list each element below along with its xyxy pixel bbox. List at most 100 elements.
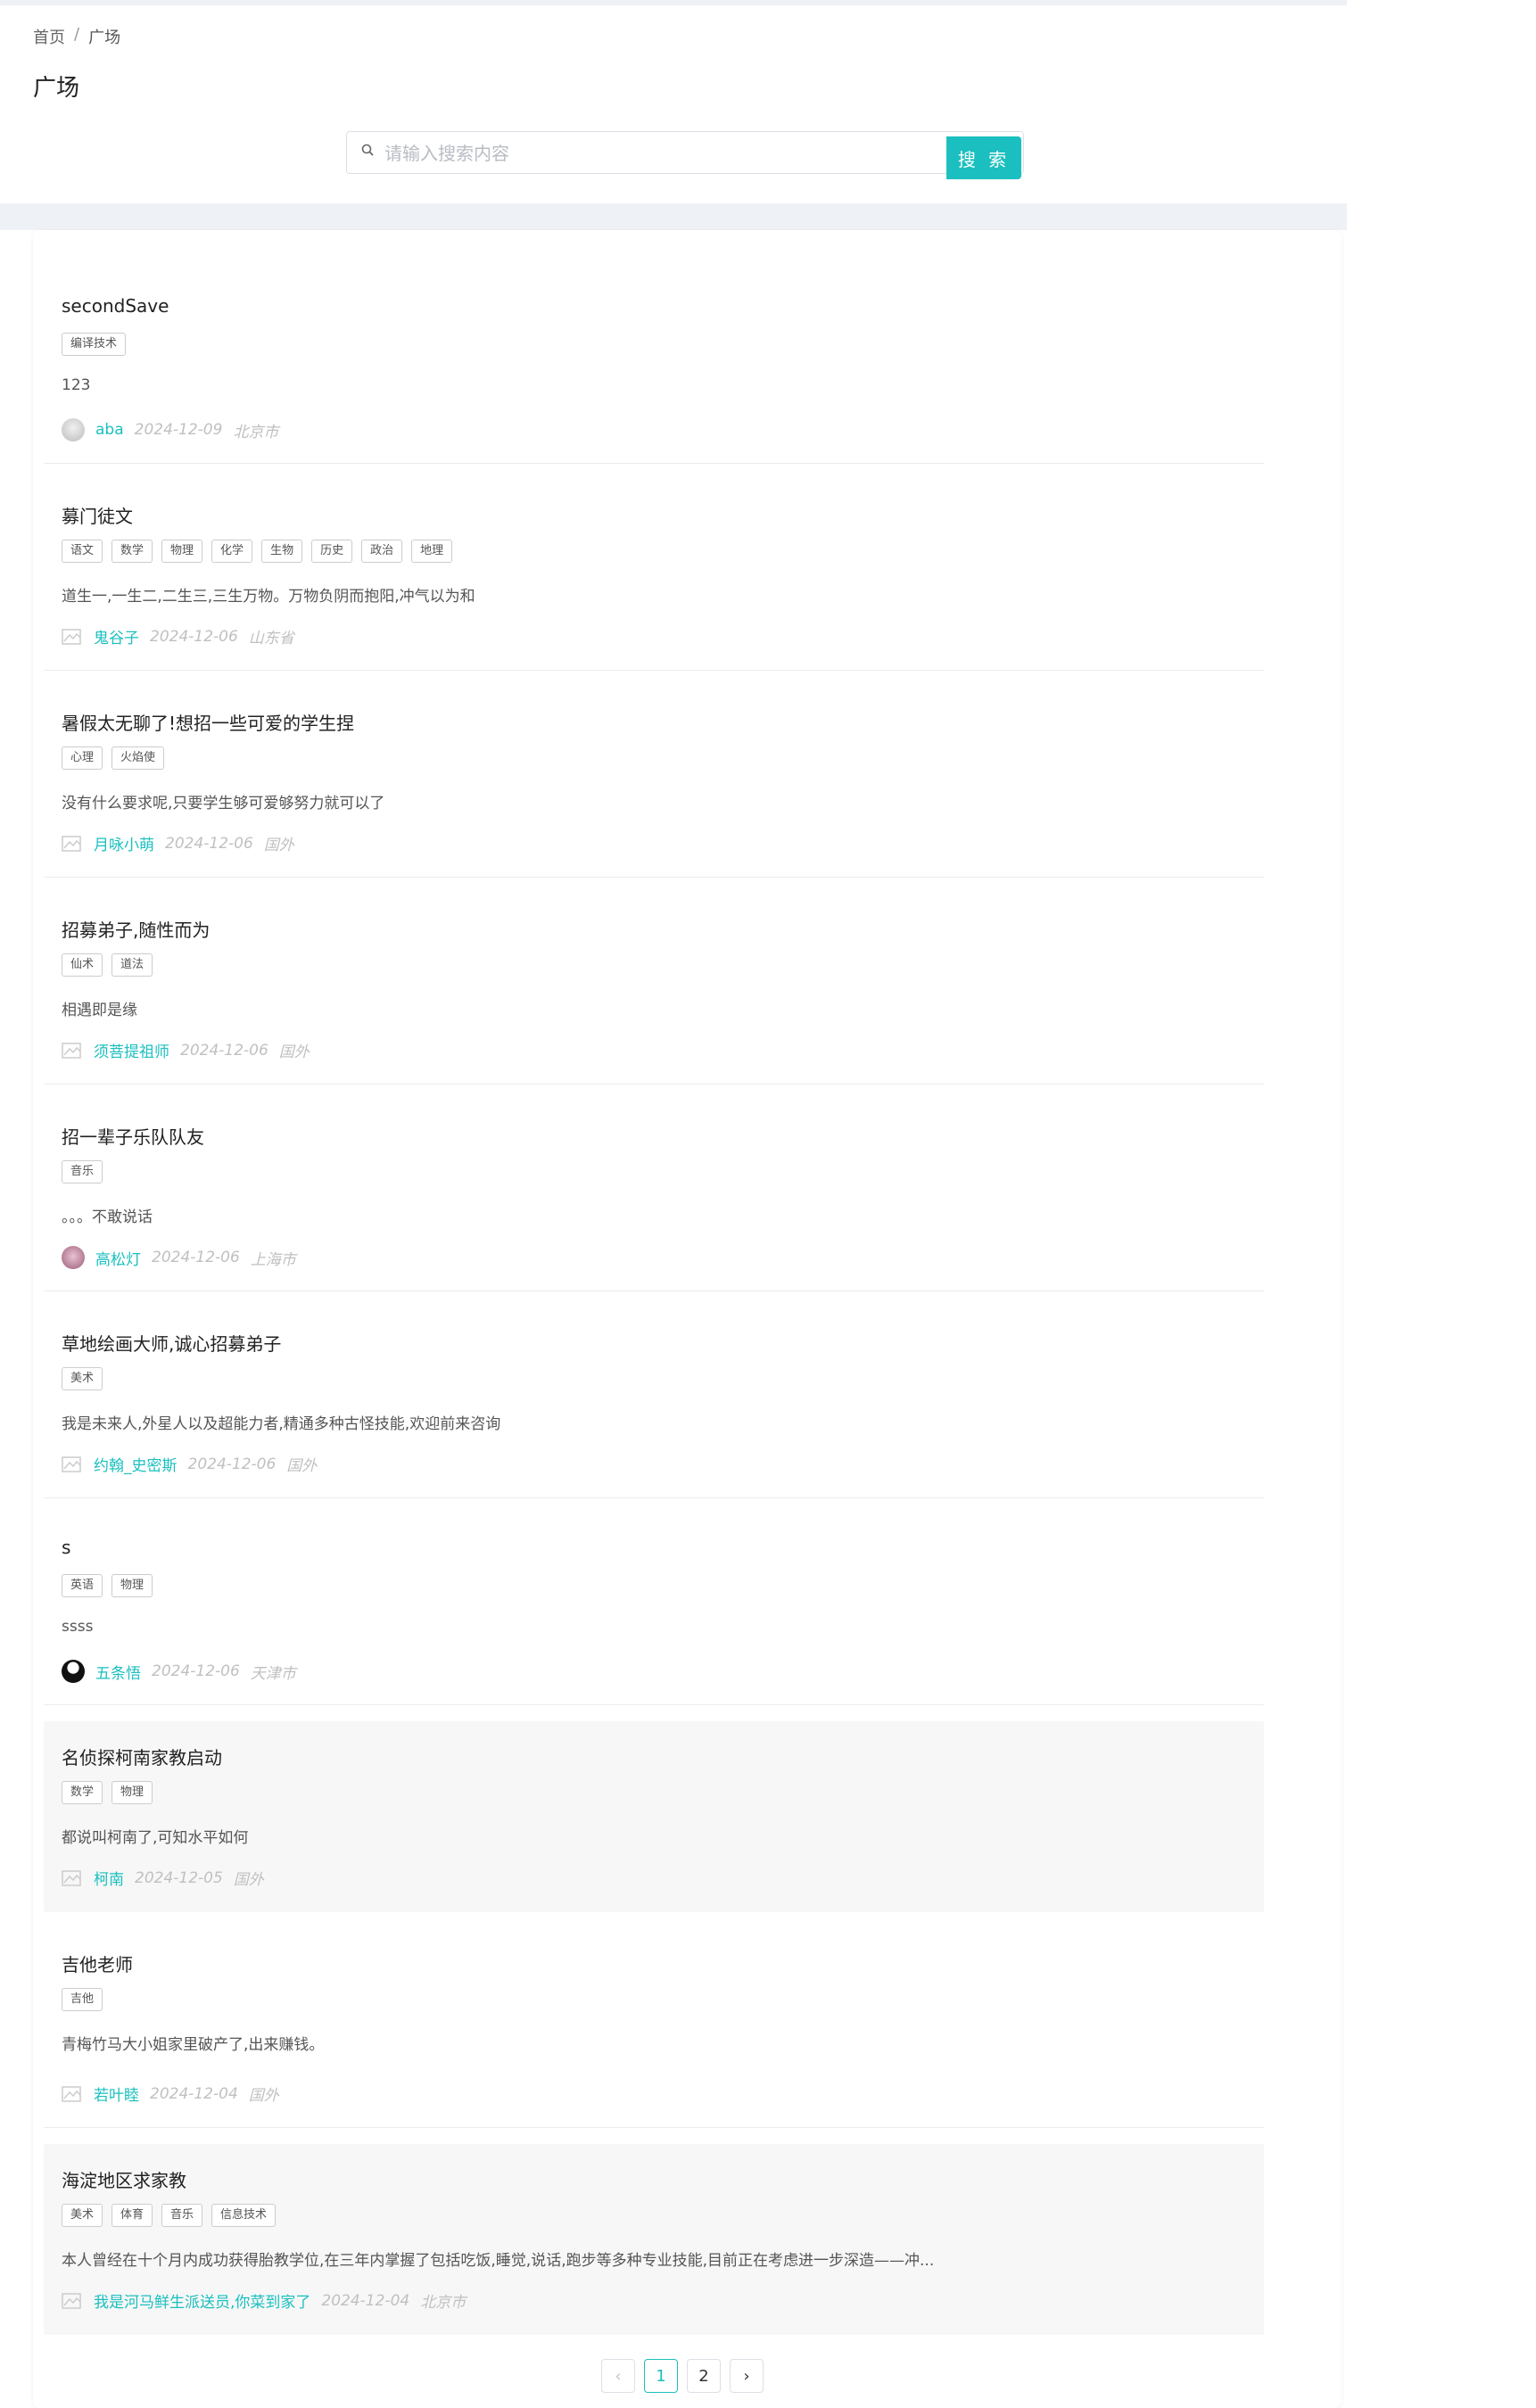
broken-image-icon — [62, 2292, 81, 2309]
post-tag: 音乐 — [62, 1160, 103, 1183]
post-item[interactable]: 草地绘画大师,诚心招募弟子 美术 我是未来人,外星人以及超能力者,精通多种古怪技… — [44, 1307, 1264, 1498]
post-tag: 体育 — [111, 2204, 153, 2227]
avatar — [62, 418, 85, 441]
post-title[interactable]: 招一辈子乐队队友 — [62, 1123, 204, 1149]
post-tag: 美术 — [62, 2204, 103, 2227]
page-button-2[interactable]: 2 — [687, 2359, 721, 2393]
post-date: 2024-12-05 — [135, 1868, 223, 1887]
post-date: 2024-12-06 — [187, 1455, 277, 1473]
post-title[interactable]: secondSave — [62, 295, 169, 317]
post-item[interactable]: 暑假太无聊了!想招一些可爱的学生捏 心理 火焰使 没有什么要求呢,只要学生够可爱… — [44, 687, 1264, 878]
post-location: 北京市 — [233, 423, 279, 441]
post-title[interactable]: 暑假太无聊了!想招一些可爱的学生捏 — [62, 709, 354, 735]
post-title[interactable]: 海淀地区求家教 — [62, 2166, 186, 2192]
search-input[interactable] — [383, 132, 957, 175]
post-item[interactable]: 名侦探柯南家教启动 数学 物理 都说叫柯南了,可知水平如何 柯南 2024-12… — [44, 1721, 1264, 1912]
author-link[interactable]: 高松灯 — [95, 1247, 141, 1269]
post-tag: 物理 — [161, 540, 203, 563]
post-location: 国外 — [263, 837, 294, 854]
post-item[interactable]: s 英语 物理 ssss 五条悟 2024-12-06 天津市 — [44, 1514, 1264, 1705]
post-tags: 音乐 — [62, 1160, 103, 1183]
post-meta: 月咏小萌 2024-12-06 国外 — [62, 832, 294, 854]
post-title[interactable]: 名侦探柯南家教启动 — [62, 1744, 222, 1769]
post-meta: 高松灯 2024-12-06 上海市 — [62, 1246, 296, 1269]
post-meta: 约翰_史密斯 2024-12-06 国外 — [62, 1453, 317, 1475]
post-title[interactable]: 草地绘画大师,诚心招募弟子 — [62, 1330, 281, 1356]
post-tags: 吉他 — [62, 1988, 103, 2011]
post-title[interactable]: 募门徒文 — [62, 502, 133, 528]
author-link[interactable]: aba — [95, 421, 124, 439]
post-date: 2024-12-06 — [152, 1662, 240, 1680]
broken-image-icon — [62, 2085, 81, 2102]
author-link[interactable]: 鬼谷子 — [94, 625, 139, 647]
avatar — [62, 1660, 85, 1683]
post-meta: 柯南 2024-12-05 国外 — [62, 1867, 264, 1889]
post-tag: 信息技术 — [211, 2204, 277, 2227]
post-tag: 心理 — [62, 746, 103, 770]
post-meta: 鬼谷子 2024-12-06 山东省 — [62, 625, 294, 647]
post-date: 2024-12-04 — [321, 2291, 410, 2310]
post-tags: 语文 数学 物理 化学 生物 历史 政治 地理 — [62, 540, 453, 563]
post-meta: 五条悟 2024-12-06 天津市 — [62, 1660, 296, 1683]
post-description: 本人曾经在十个月内成功获得胎教学位,在三年内掌握了包括吃饭,睡觉,说话,跑步等多… — [62, 2252, 935, 2270]
post-title[interactable]: s — [62, 1537, 70, 1558]
post-item[interactable]: 募门徒文 语文 数学 物理 化学 生物 历史 政治 地理 道生一,一生二,二生三… — [44, 480, 1264, 671]
breadcrumb-home[interactable]: 首页 — [33, 25, 65, 48]
page-title: 广场 — [33, 75, 80, 102]
post-tags: 仙术 道法 — [62, 953, 153, 977]
post-item[interactable]: 招募弟子,随性而为 仙术 道法 相遇即是缘 须菩提祖师 2024-12-06 国… — [44, 894, 1264, 1084]
prev-page-button[interactable]: ‹ — [601, 2359, 635, 2393]
post-tag: 数学 — [111, 540, 153, 563]
author-link[interactable]: 我是河马鲜生派送员,你菜到家了 — [94, 2289, 310, 2312]
next-page-button[interactable]: › — [730, 2359, 764, 2393]
post-title[interactable]: 招募弟子,随性而为 — [62, 916, 210, 942]
post-tag: 音乐 — [161, 2204, 203, 2227]
author-link[interactable]: 须菩提祖师 — [94, 1039, 169, 1061]
post-date: 2024-12-09 — [134, 421, 223, 439]
search-box — [346, 131, 1024, 175]
author-link[interactable]: 若叶睦 — [94, 2082, 139, 2105]
post-location: 天津市 — [250, 1664, 296, 1683]
author-link[interactable]: 五条悟 — [95, 1661, 141, 1683]
author-link[interactable]: 约翰_史密斯 — [94, 1453, 178, 1475]
post-tag: 语文 — [62, 540, 103, 563]
post-tag: 政治 — [361, 540, 403, 563]
post-tag: 物理 — [111, 1574, 153, 1597]
broken-image-icon — [62, 628, 81, 645]
post-tag: 生物 — [261, 540, 303, 563]
post-location: 山东省 — [248, 630, 294, 647]
post-tag: 编译技术 — [62, 333, 127, 356]
content-gap — [0, 203, 1347, 230]
post-tag: 吉他 — [62, 1988, 103, 2011]
broken-image-icon — [62, 1042, 81, 1059]
post-meta: aba 2024-12-09 北京市 — [62, 418, 278, 441]
post-item[interactable]: 吉他老师 吉他 青梅竹马大小姐家里破产了,出来赚钱。 若叶睦 2024-12-0… — [44, 1928, 1264, 2128]
post-location: 国外 — [286, 1457, 318, 1475]
post-meta: 我是河马鲜生派送员,你菜到家了 2024-12-04 北京市 — [62, 2289, 466, 2312]
search-icon — [361, 144, 374, 156]
post-tag: 英语 — [62, 1574, 103, 1597]
broken-image-icon — [62, 1456, 81, 1472]
broken-image-icon — [62, 835, 81, 852]
post-tags: 数学 物理 — [62, 1781, 153, 1804]
avatar — [62, 1246, 85, 1269]
search-button[interactable]: 搜 索 — [946, 136, 1021, 179]
post-tags: 美术 — [62, 1367, 103, 1390]
post-tag: 化学 — [211, 540, 253, 563]
post-description: 相遇即是缘 — [62, 1002, 137, 1019]
author-link[interactable]: 柯南 — [94, 1867, 124, 1889]
post-tag: 数学 — [62, 1781, 103, 1804]
post-title[interactable]: 吉他老师 — [62, 1950, 133, 1976]
post-description: 123 — [62, 376, 91, 394]
author-link[interactable]: 月咏小萌 — [94, 832, 154, 854]
page-button-1[interactable]: 1 — [644, 2359, 678, 2393]
post-location: 国外 — [278, 1043, 310, 1061]
post-item[interactable]: 招一辈子乐队队友 音乐 。。。不敢说话 高松灯 2024-12-06 上海市 — [44, 1101, 1264, 1291]
post-tag: 历史 — [311, 540, 353, 563]
post-item[interactable]: 海淀地区求家教 美术 体育 音乐 信息技术 本人曾经在十个月内成功获得胎教学位,… — [44, 2144, 1264, 2335]
post-description: ssss — [62, 1618, 94, 1636]
post-location: 国外 — [248, 2087, 279, 2105]
post-item[interactable]: secondSave 编译技术 123 aba 2024-12-09 北京市 — [44, 273, 1264, 464]
post-location: 北京市 — [420, 2294, 467, 2312]
post-description: 青梅竹马大小姐家里破产了,出来赚钱。 — [62, 2036, 325, 2054]
